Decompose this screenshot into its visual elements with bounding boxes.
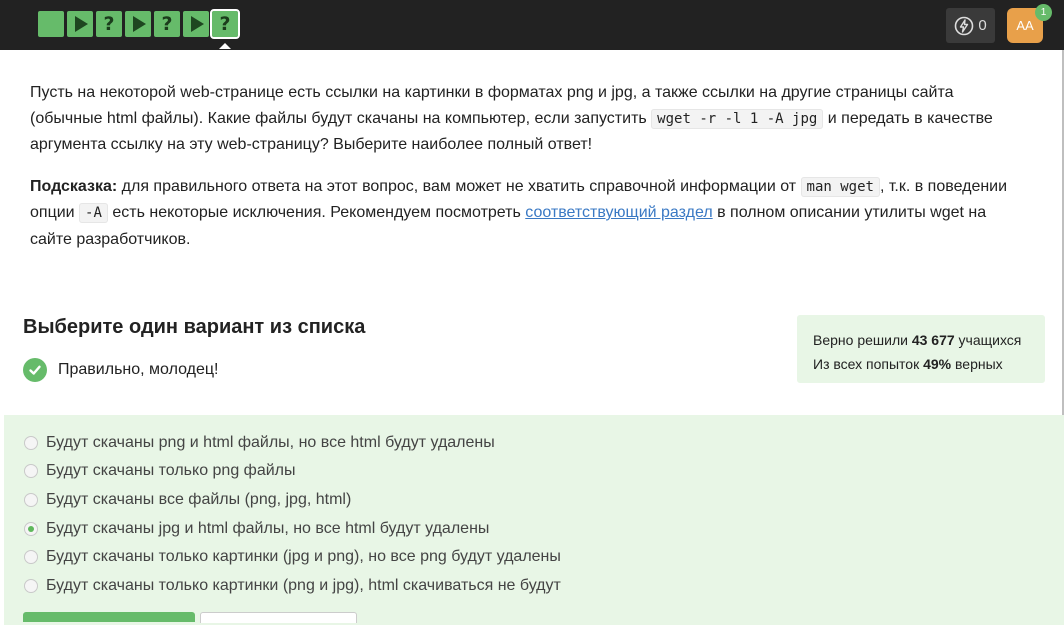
notification-badge[interactable]: 1	[1035, 4, 1052, 21]
code-snippet: -A	[79, 203, 108, 223]
docs-link[interactable]: соответствующий раздел	[525, 204, 712, 221]
secondary-button[interactable]	[200, 612, 357, 623]
feedback-message: Правильно, молодец!	[23, 358, 218, 382]
feedback-text: Правильно, молодец!	[58, 361, 219, 378]
question-paragraph: Пусть на некоторой web-странице есть ссы…	[30, 80, 1030, 158]
answer-label: Будут скачаны все файлы (png, jpg, html)	[46, 491, 352, 508]
code-snippet: wget -r -l 1 -A jpg	[651, 108, 824, 129]
radio-button[interactable]	[24, 436, 38, 450]
step-quiz[interactable]: ?	[154, 11, 180, 37]
stats-text: верных	[951, 356, 1003, 372]
hint-text-part: есть некоторые исключения. Рекомендуем п…	[107, 204, 526, 221]
step-video-icon[interactable]	[67, 11, 93, 37]
section-title: Выберите один вариант из списка	[23, 316, 366, 338]
step-video-icon[interactable]	[125, 11, 151, 37]
energy-count: 0	[978, 17, 987, 34]
success-rate-line: Из всех попыток 49% верных	[813, 352, 1029, 376]
radio-button[interactable]	[24, 579, 38, 593]
answer-label: Будут скачаны только картинки (png и jpg…	[46, 577, 561, 594]
hint-paragraph: Подсказка: для правильного ответа на это…	[30, 174, 1030, 253]
radio-button[interactable]	[24, 464, 38, 478]
stats-text: учащихся	[954, 332, 1022, 348]
answer-option[interactable]: Будут скачаны только картинки (png и jpg…	[24, 577, 561, 595]
checkmark-icon	[23, 358, 47, 382]
hint-label: Подсказка:	[30, 177, 118, 195]
step-quiz[interactable]: ?	[96, 11, 122, 37]
step-solved[interactable]	[38, 11, 64, 37]
answer-label: Будут скачаны только картинки (jpg и png…	[46, 548, 561, 565]
solved-count: 43 677	[911, 332, 955, 348]
stats-text: Из всех попыток	[813, 356, 924, 372]
answer-option[interactable]: Будут скачаны все файлы (png, jpg, html)	[24, 491, 351, 509]
radio-button[interactable]	[24, 493, 38, 507]
stats-text: Верно решили	[813, 332, 912, 348]
question-text: Пусть на некоторой web-странице есть ссы…	[30, 80, 1030, 268]
lesson-steps: ? ? ?	[38, 9, 240, 49]
code-snippet: man wget	[800, 176, 880, 197]
answer-options: Будут скачаны png и html файлы, но все h…	[4, 415, 1064, 625]
step-video-icon[interactable]	[183, 11, 209, 37]
answer-label: Будут скачаны только png файлы	[46, 462, 296, 479]
stats-box: Верно решили 43 677 учащихся Из всех поп…	[797, 315, 1045, 383]
energy-button[interactable]: 0	[946, 8, 995, 43]
solved-count-line: Верно решили 43 677 учащихся	[813, 328, 1029, 352]
answer-option[interactable]: Будут скачаны только png файлы	[24, 462, 296, 480]
radio-button-checked[interactable]	[24, 522, 38, 536]
hint-text-part: для правильного ответа на этот вопрос, в…	[117, 177, 801, 195]
top-bar: ? ? ? 0 AA 1	[0, 0, 1064, 50]
answer-label: Будут скачаны png и html файлы, но все h…	[46, 434, 495, 451]
answer-option[interactable]: Будут скачаны png и html файлы, но все h…	[24, 434, 495, 452]
step-quiz-current[interactable]: ?	[210, 9, 240, 49]
answer-label: Будут скачаны jpg и html файлы, но все h…	[46, 520, 490, 537]
submit-button[interactable]	[23, 612, 195, 622]
success-rate: 49%	[923, 356, 952, 372]
answer-option[interactable]: Будут скачаны только картинки (jpg и png…	[24, 548, 561, 566]
radio-button[interactable]	[24, 550, 38, 564]
lightning-icon	[955, 16, 974, 35]
answer-option-selected[interactable]: Будут скачаны jpg и html файлы, но все h…	[24, 520, 489, 538]
